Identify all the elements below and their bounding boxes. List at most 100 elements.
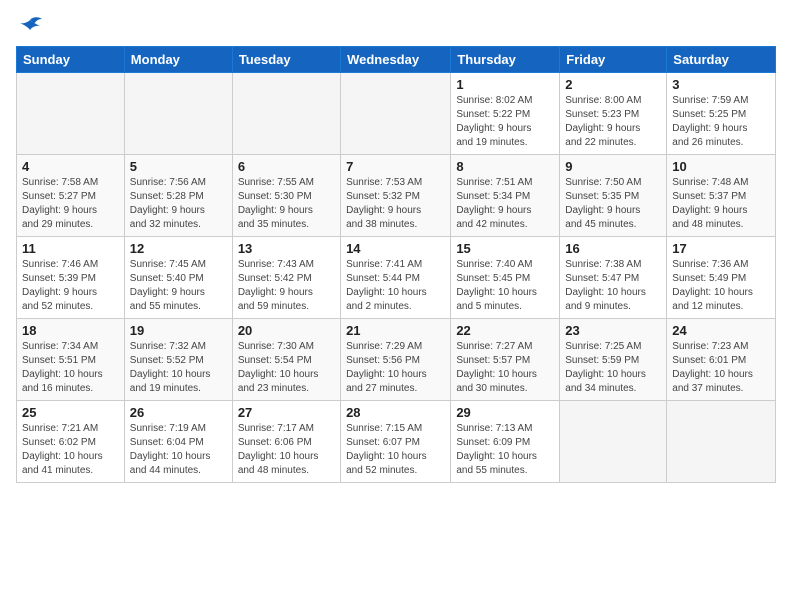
day-info: Sunrise: 7:27 AM Sunset: 5:57 PM Dayligh… xyxy=(456,340,554,396)
logo xyxy=(16,16,48,38)
day-number: 29 xyxy=(456,405,554,420)
col-header-monday: Monday xyxy=(124,47,232,73)
calendar-cell: 24 Sunrise: 7:23 AM Sunset: 6:01 PM Dayli… xyxy=(667,319,776,401)
calendar-week-row: 18Sunrise: 7:34 AM Sunset: 5:51 PM Dayli… xyxy=(17,319,776,401)
calendar-cell: 2 Sunrise: 8:00 AM Sunset: 5:23 PM Daylig… xyxy=(560,73,667,155)
calendar-cell: 1 Sunrise: 8:02 AM Sunset: 5:22 PM Daylig… xyxy=(451,73,560,155)
calendar-cell: 26 Sunrise: 7:19 AM Sunset: 6:04 PM Dayli… xyxy=(124,401,232,483)
day-info: Sunrise: 7:43 AM Sunset: 5:42 PM Dayligh… xyxy=(238,258,335,314)
calendar-week-row: 25 Sunrise: 7:21 AM Sunset: 6:02 PM Dayli… xyxy=(17,401,776,483)
calendar-cell: 17 Sunrise: 7:36 AM Sunset: 5:49 PM Dayli… xyxy=(667,237,776,319)
calendar-cell: 5 Sunrise: 7:56 AM Sunset: 5:28 PM Daylig… xyxy=(124,155,232,237)
day-info: Sunrise: 7:41 AM Sunset: 5:44 PM Dayligh… xyxy=(346,258,445,314)
day-number: 22 xyxy=(456,323,554,338)
calendar-cell: 29 Sunrise: 7:13 AM Sunset: 6:09 PM Dayli… xyxy=(451,401,560,483)
day-number: 20 xyxy=(238,323,335,338)
page-header xyxy=(16,16,776,38)
calendar-cell: 27Sunrise: 7:17 AM Sunset: 6:06 PM Dayli… xyxy=(232,401,340,483)
col-header-sunday: Sunday xyxy=(17,47,125,73)
day-info: Sunrise: 7:56 AM Sunset: 5:28 PM Dayligh… xyxy=(130,176,227,232)
day-number: 2 xyxy=(565,77,661,92)
calendar-cell: 14 Sunrise: 7:41 AM Sunset: 5:44 PM Dayli… xyxy=(341,237,451,319)
col-header-saturday: Saturday xyxy=(667,47,776,73)
day-number: 16 xyxy=(565,241,661,256)
day-number: 26 xyxy=(130,405,227,420)
calendar-cell xyxy=(341,73,451,155)
day-number: 25 xyxy=(22,405,119,420)
day-number: 14 xyxy=(346,241,445,256)
calendar-cell: 12Sunrise: 7:45 AM Sunset: 5:40 PM Dayli… xyxy=(124,237,232,319)
day-info: Sunrise: 7:21 AM Sunset: 6:02 PM Dayligh… xyxy=(22,422,119,478)
day-info: Sunrise: 7:38 AM Sunset: 5:47 PM Dayligh… xyxy=(565,258,661,314)
calendar-cell: 20 Sunrise: 7:30 AM Sunset: 5:54 PM Dayli… xyxy=(232,319,340,401)
calendar-week-row: 4Sunrise: 7:58 AM Sunset: 5:27 PM Daylig… xyxy=(17,155,776,237)
calendar-cell: 15Sunrise: 7:40 AM Sunset: 5:45 PM Dayli… xyxy=(451,237,560,319)
day-info: Sunrise: 7:32 AM Sunset: 5:52 PM Dayligh… xyxy=(130,340,227,396)
day-number: 27 xyxy=(238,405,335,420)
calendar-cell: 23 Sunrise: 7:25 AM Sunset: 5:59 PM Dayli… xyxy=(560,319,667,401)
calendar-week-row: 1 Sunrise: 8:02 AM Sunset: 5:22 PM Daylig… xyxy=(17,73,776,155)
day-info: Sunrise: 7:58 AM Sunset: 5:27 PM Dayligh… xyxy=(22,176,119,232)
col-header-thursday: Thursday xyxy=(451,47,560,73)
day-info: Sunrise: 7:40 AM Sunset: 5:45 PM Dayligh… xyxy=(456,258,554,314)
day-info: Sunrise: 7:55 AM Sunset: 5:30 PM Dayligh… xyxy=(238,176,335,232)
day-info: Sunrise: 7:30 AM Sunset: 5:54 PM Dayligh… xyxy=(238,340,335,396)
day-number: 19 xyxy=(130,323,227,338)
calendar-cell: 21Sunrise: 7:29 AM Sunset: 5:56 PM Dayli… xyxy=(341,319,451,401)
day-info: Sunrise: 7:51 AM Sunset: 5:34 PM Dayligh… xyxy=(456,176,554,232)
day-number: 13 xyxy=(238,241,335,256)
calendar-cell: 3 Sunrise: 7:59 AM Sunset: 5:25 PM Daylig… xyxy=(667,73,776,155)
day-number: 5 xyxy=(130,159,227,174)
day-info: Sunrise: 7:25 AM Sunset: 5:59 PM Dayligh… xyxy=(565,340,661,396)
calendar-cell: 10Sunrise: 7:48 AM Sunset: 5:37 PM Dayli… xyxy=(667,155,776,237)
calendar-cell: 4Sunrise: 7:58 AM Sunset: 5:27 PM Daylig… xyxy=(17,155,125,237)
day-info: Sunrise: 7:15 AM Sunset: 6:07 PM Dayligh… xyxy=(346,422,445,478)
day-number: 11 xyxy=(22,241,119,256)
calendar-cell: 9 Sunrise: 7:50 AM Sunset: 5:35 PM Daylig… xyxy=(560,155,667,237)
day-number: 28 xyxy=(346,405,445,420)
calendar-cell: 8 Sunrise: 7:51 AM Sunset: 5:34 PM Daylig… xyxy=(451,155,560,237)
day-info: Sunrise: 7:46 AM Sunset: 5:39 PM Dayligh… xyxy=(22,258,119,314)
day-info: Sunrise: 7:48 AM Sunset: 5:37 PM Dayligh… xyxy=(672,176,770,232)
day-number: 6 xyxy=(238,159,335,174)
day-info: Sunrise: 7:23 AM Sunset: 6:01 PM Dayligh… xyxy=(672,340,770,396)
calendar-cell: 19 Sunrise: 7:32 AM Sunset: 5:52 PM Dayli… xyxy=(124,319,232,401)
calendar-cell: 13 Sunrise: 7:43 AM Sunset: 5:42 PM Dayli… xyxy=(232,237,340,319)
day-info: Sunrise: 7:36 AM Sunset: 5:49 PM Dayligh… xyxy=(672,258,770,314)
calendar-cell xyxy=(560,401,667,483)
calendar-cell: 6 Sunrise: 7:55 AM Sunset: 5:30 PM Daylig… xyxy=(232,155,340,237)
day-info: Sunrise: 8:00 AM Sunset: 5:23 PM Dayligh… xyxy=(565,94,661,150)
calendar-cell: 28 Sunrise: 7:15 AM Sunset: 6:07 PM Dayli… xyxy=(341,401,451,483)
day-info: Sunrise: 7:59 AM Sunset: 5:25 PM Dayligh… xyxy=(672,94,770,150)
day-info: Sunrise: 7:53 AM Sunset: 5:32 PM Dayligh… xyxy=(346,176,445,232)
calendar-cell: 25 Sunrise: 7:21 AM Sunset: 6:02 PM Dayli… xyxy=(17,401,125,483)
calendar-cell: 7 Sunrise: 7:53 AM Sunset: 5:32 PM Daylig… xyxy=(341,155,451,237)
day-info: Sunrise: 7:13 AM Sunset: 6:09 PM Dayligh… xyxy=(456,422,554,478)
col-header-wednesday: Wednesday xyxy=(341,47,451,73)
day-number: 3 xyxy=(672,77,770,92)
day-number: 8 xyxy=(456,159,554,174)
logo-icon xyxy=(16,16,44,38)
calendar-cell xyxy=(17,73,125,155)
day-number: 23 xyxy=(565,323,661,338)
day-info: Sunrise: 7:34 AM Sunset: 5:51 PM Dayligh… xyxy=(22,340,119,396)
calendar-table: SundayMondayTuesdayWednesdayThursdayFrid… xyxy=(16,46,776,483)
day-number: 7 xyxy=(346,159,445,174)
day-number: 24 xyxy=(672,323,770,338)
day-number: 17 xyxy=(672,241,770,256)
calendar-cell: 18Sunrise: 7:34 AM Sunset: 5:51 PM Dayli… xyxy=(17,319,125,401)
calendar-cell: 22 Sunrise: 7:27 AM Sunset: 5:57 PM Dayli… xyxy=(451,319,560,401)
col-header-friday: Friday xyxy=(560,47,667,73)
day-info: Sunrise: 7:50 AM Sunset: 5:35 PM Dayligh… xyxy=(565,176,661,232)
calendar-cell xyxy=(667,401,776,483)
day-number: 1 xyxy=(456,77,554,92)
calendar-header-row: SundayMondayTuesdayWednesdayThursdayFrid… xyxy=(17,47,776,73)
calendar-cell: 11 Sunrise: 7:46 AM Sunset: 5:39 PM Dayli… xyxy=(17,237,125,319)
day-info: Sunrise: 8:02 AM Sunset: 5:22 PM Dayligh… xyxy=(456,94,554,150)
col-header-tuesday: Tuesday xyxy=(232,47,340,73)
day-number: 9 xyxy=(565,159,661,174)
calendar-cell xyxy=(232,73,340,155)
calendar-cell xyxy=(124,73,232,155)
day-info: Sunrise: 7:19 AM Sunset: 6:04 PM Dayligh… xyxy=(130,422,227,478)
calendar-cell: 16 Sunrise: 7:38 AM Sunset: 5:47 PM Dayli… xyxy=(560,237,667,319)
